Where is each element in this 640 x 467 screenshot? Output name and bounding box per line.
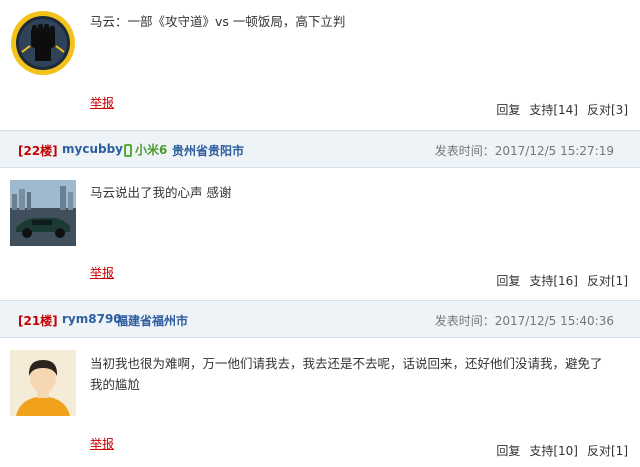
post-actions: 回复 支持[16] 反对[1] bbox=[487, 272, 628, 289]
post-21: 当初我也很为难啊，万一他们请我去，我去还是不去呢，话说回来，还好他们没请我，避免… bbox=[0, 338, 640, 467]
floor-number: [22楼] bbox=[18, 144, 58, 158]
reply-button[interactable]: 回复 bbox=[496, 274, 520, 288]
report-link[interactable]: 举报 bbox=[90, 264, 114, 281]
reply-button[interactable]: 回复 bbox=[496, 444, 520, 458]
post-actions: 回复 支持[10] 反对[1] bbox=[487, 442, 628, 459]
post-time: 发表时间：2017/12/5 15:40:36 bbox=[434, 314, 614, 328]
username-link[interactable]: mycubby bbox=[62, 142, 123, 156]
post-actions: 回复 支持[14] 反对[3] bbox=[487, 101, 628, 118]
post-header: [22楼] mycubby 小米6 贵州省贵阳市 发表时间：2017/12/5 … bbox=[0, 130, 640, 168]
device-label: 小米6 bbox=[124, 141, 167, 158]
post-header: [21楼] rym8790 福建省福州市 发表时间：2017/12/5 15:4… bbox=[0, 300, 640, 338]
phone-icon bbox=[124, 144, 132, 157]
report-link[interactable]: 举报 bbox=[90, 94, 114, 111]
oppose-button[interactable]: 反对[1] bbox=[587, 444, 628, 458]
support-button[interactable]: 支持[10] bbox=[529, 444, 578, 458]
location-label[interactable]: 福建省福州市 bbox=[116, 312, 188, 329]
fist-logo-avatar[interactable] bbox=[10, 10, 76, 76]
post-time: 发表时间：2017/12/5 15:27:19 bbox=[434, 144, 614, 158]
floor-number: [21楼] bbox=[18, 314, 58, 328]
reply-button[interactable]: 回复 bbox=[496, 103, 520, 117]
post-1: 马云：一部《攻守道》vs 一顿饭局，高下立判 举报 回复 支持[14] 反对[3] bbox=[0, 0, 640, 130]
post-content: 当初我也很为难啊，万一他们请我去，我去还是不去呢，话说回来，还好他们没请我，避免… bbox=[90, 356, 603, 392]
post-content: 马云：一部《攻守道》vs 一顿饭局，高下立判 bbox=[90, 14, 346, 29]
location-label[interactable]: 贵州省贵阳市 bbox=[172, 142, 244, 159]
oppose-button[interactable]: 反对[3] bbox=[587, 103, 628, 117]
car-photo-avatar[interactable] bbox=[10, 180, 76, 246]
post-content: 马云说出了我的心声 感谢 bbox=[90, 185, 232, 200]
oppose-button[interactable]: 反对[1] bbox=[587, 274, 628, 288]
username-link[interactable]: rym8790 bbox=[62, 312, 122, 326]
support-button[interactable]: 支持[16] bbox=[529, 274, 578, 288]
post-22: 马云说出了我的心声 感谢 举报 回复 支持[16] 反对[1] bbox=[0, 168, 640, 298]
default-user-avatar[interactable] bbox=[10, 350, 76, 416]
report-link[interactable]: 举报 bbox=[90, 435, 114, 452]
device-name: 小米6 bbox=[135, 143, 168, 157]
support-button[interactable]: 支持[14] bbox=[529, 103, 578, 117]
